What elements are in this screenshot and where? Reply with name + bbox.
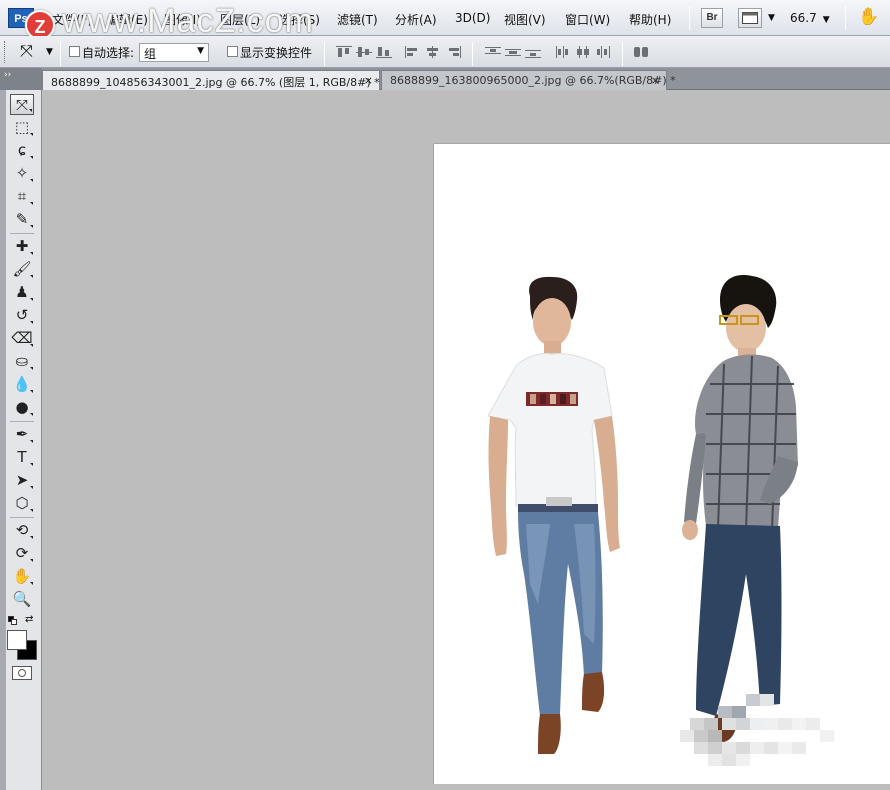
distribute-left-icon[interactable] <box>555 46 571 58</box>
marquee-tool[interactable]: ⬚ <box>10 117 34 138</box>
default-colors-icon[interactable] <box>8 616 17 625</box>
canvas-workspace[interactable] <box>43 91 890 790</box>
hand-tool[interactable]: ✋ <box>10 566 34 587</box>
pen-tool[interactable]: ✒ <box>10 424 34 445</box>
align-right-icon[interactable] <box>445 46 461 58</box>
dodge-tool[interactable]: ● <box>10 397 34 418</box>
brush-tool[interactable]: 🖌 <box>10 259 34 280</box>
menu-bar: Ps 文件(F) 编辑(E) 图像(I) 图层(L) 选择(S) 滤镜(T) 分… <box>0 0 890 40</box>
menu-analysis[interactable]: 分析(A) <box>395 11 437 28</box>
show-transform-label: 显示变换控件 <box>240 46 313 60</box>
clone-stamp-tool[interactable]: ♟ <box>10 282 34 303</box>
eyedropper-tool[interactable]: ✎ <box>10 209 34 230</box>
lasso-tool[interactable]: ɕ <box>10 140 34 161</box>
tab-label: 8688899_163800965000_2.jpg @ 66.7%(RGB/8… <box>390 74 676 87</box>
menu-separator <box>689 6 690 30</box>
distribute-top-icon[interactable] <box>485 46 501 58</box>
distribute-vertical-center-icon[interactable] <box>505 46 521 58</box>
distribute-right-icon[interactable] <box>595 46 611 58</box>
auto-align-layers-icon[interactable] <box>633 46 649 58</box>
distribute-bottom-icon[interactable] <box>525 46 541 58</box>
menu-help[interactable]: 帮助(H) <box>629 11 671 28</box>
menu-view[interactable]: 视图(V) <box>504 11 546 28</box>
move-tool[interactable]: ⤧ <box>10 94 34 115</box>
toolbox: ⤧ ⬚ ɕ ✧ ⌗ ✎ ✚ 🖌 ♟ ↺ ⌫ ⛀ 💧 ● ✒ T ➤ ⬡ ⟲ ⟳ … <box>0 90 42 790</box>
3d-rotate-tool[interactable]: ⟲ <box>10 520 34 541</box>
zoom-tool[interactable]: 🔍 <box>10 589 34 610</box>
show-transform-checkbox[interactable] <box>227 46 238 57</box>
zoom-value: 66.7 <box>790 11 817 25</box>
align-vertical-center-icon[interactable] <box>356 46 372 58</box>
menu-window[interactable]: 窗口(W) <box>565 11 610 28</box>
align-bottom-icon[interactable] <box>376 46 392 58</box>
document-canvas[interactable] <box>433 143 890 784</box>
tab-document-1[interactable]: 8688899_104856343001_2.jpg @ 66.7% (图层 1… <box>42 70 380 90</box>
model-photo <box>487 275 798 754</box>
menu-filter[interactable]: 滤镜(T) <box>337 11 378 28</box>
move-tool-preset-icon[interactable]: ⤧ <box>20 41 33 61</box>
close-icon[interactable]: × <box>651 74 660 87</box>
toolbox-collapse-button[interactable]: ›› <box>0 68 42 90</box>
align-left-icon[interactable] <box>405 46 421 58</box>
align-horizontal-center-icon[interactable] <box>425 46 441 58</box>
hand-icon[interactable]: ✋ <box>858 7 879 27</box>
eraser-tool[interactable]: ⌫ <box>10 328 34 349</box>
options-separator <box>472 42 473 66</box>
3d-orbit-tool[interactable]: ⟳ <box>10 543 34 564</box>
tab-document-2[interactable]: 8688899_163800965000_2.jpg @ 66.7%(RGB/8… <box>381 70 676 90</box>
crop-tool[interactable]: ⌗ <box>10 186 34 207</box>
zoom-level[interactable]: 66.7 ▼ <box>790 11 830 25</box>
type-tool[interactable]: T <box>10 447 34 468</box>
close-icon[interactable]: × <box>364 74 373 87</box>
chevron-down-icon[interactable]: ▼ <box>768 13 775 23</box>
toolbox-edge <box>0 90 6 790</box>
left-model-figure <box>487 276 620 754</box>
shape-tool[interactable]: ⬡ <box>10 493 34 514</box>
bridge-button[interactable]: Br <box>701 8 723 28</box>
history-brush-tool[interactable]: ↺ <box>10 305 34 326</box>
options-bar: ⤧ ▼ 自动选择: 组 ▼ 显示变换控件 <box>0 36 890 68</box>
document-tabs-bar: ›› 8688899_104856343001_2.jpg @ 66.7% (图… <box>0 68 890 90</box>
toolbox-separator <box>10 421 34 422</box>
blur-tool[interactable]: 💧 <box>10 374 34 395</box>
toolbox-separator <box>10 233 34 234</box>
healing-brush-tool[interactable]: ✚ <box>10 236 34 257</box>
options-separator <box>622 42 623 66</box>
options-separator <box>324 42 325 66</box>
magic-wand-tool[interactable]: ✧ <box>10 163 34 184</box>
auto-select-label: 自动选择: <box>82 46 135 60</box>
options-separator <box>60 42 61 66</box>
auto-select-value: 组 <box>144 47 157 61</box>
screen-mode-button[interactable] <box>738 8 762 28</box>
auto-select-checkbox[interactable] <box>69 46 80 57</box>
swap-colors-icon[interactable]: ⇄ <box>25 614 33 625</box>
chevron-down-icon: ▼ <box>197 46 204 56</box>
path-selection-tool[interactable]: ➤ <box>10 470 34 491</box>
distribute-horizontal-center-icon[interactable] <box>575 46 591 58</box>
toolbox-separator <box>10 517 34 518</box>
quick-mask-icon[interactable] <box>12 666 32 680</box>
right-model-figure <box>682 275 798 742</box>
foreground-color-swatch[interactable] <box>7 630 27 650</box>
options-grip[interactable] <box>4 41 7 63</box>
auto-select-dropdown[interactable]: 组 ▼ <box>139 43 209 62</box>
pixelated-watermark <box>680 694 848 774</box>
chevron-down-icon[interactable]: ▼ <box>46 47 53 57</box>
menu-separator <box>845 6 846 30</box>
screen-mode-icon <box>742 12 758 24</box>
paint-bucket-tool[interactable]: ⛀ <box>10 351 34 372</box>
align-top-icon[interactable] <box>336 46 352 58</box>
chevron-down-icon: ▼ <box>822 15 830 25</box>
menu-3d[interactable]: 3D(D) <box>455 11 490 25</box>
tab-label: 8688899_104856343001_2.jpg @ 66.7% (图层 1… <box>51 76 380 89</box>
